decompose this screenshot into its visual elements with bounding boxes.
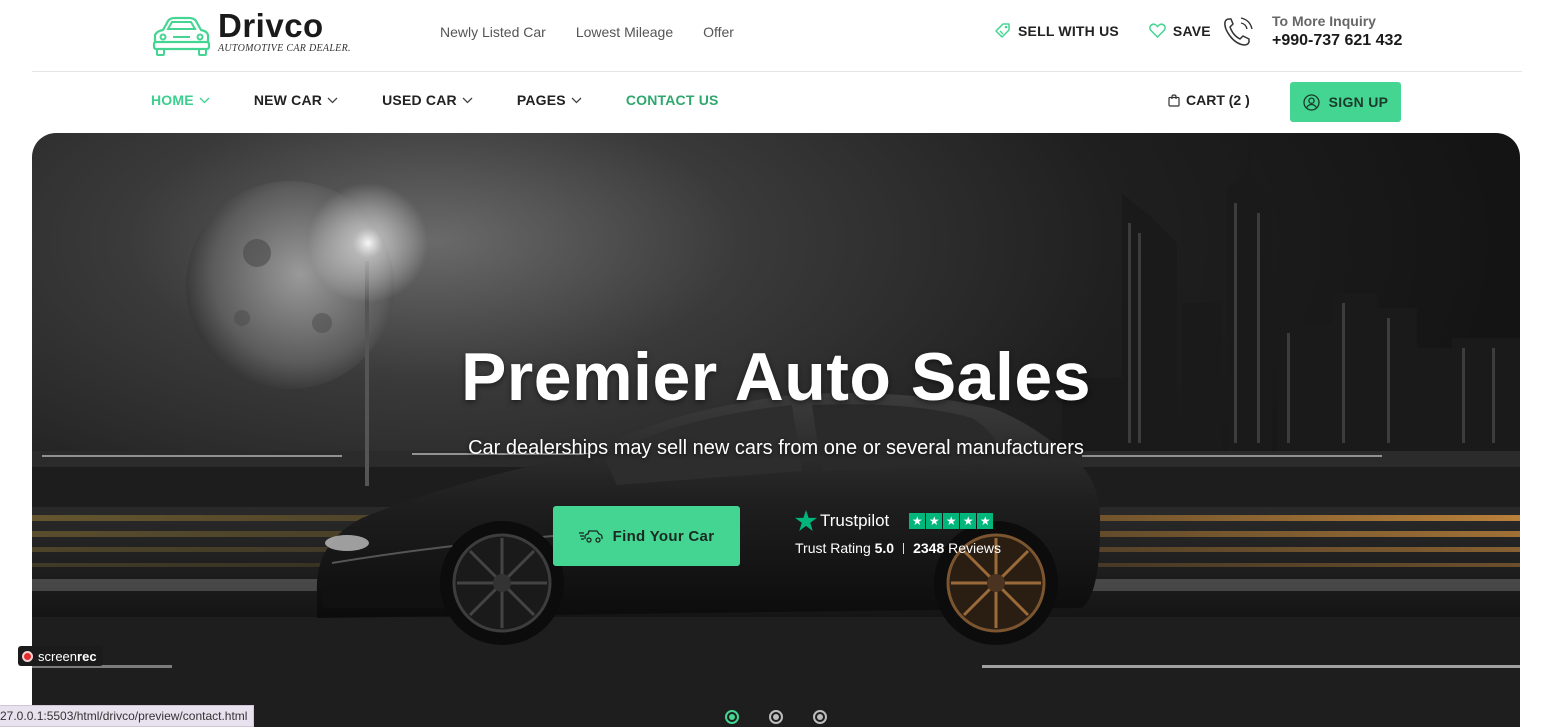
star-icon: ★ (960, 512, 977, 529)
slider-pagination (725, 710, 857, 724)
link-newly-listed-car[interactable]: Newly Listed Car (440, 24, 546, 40)
slide-dot-2[interactable] (769, 710, 783, 724)
sell-with-us-label: SELL WITH US (1018, 22, 1119, 39)
sell-with-us-link[interactable]: SELL WITH US (994, 22, 1119, 39)
trust-rating-label: Trust Rating (795, 540, 871, 556)
phone-icon (1224, 16, 1253, 46)
trust-rating-line: Trust Rating 5.0 2348 Reviews (795, 540, 1001, 556)
chevron-down-icon (462, 97, 473, 103)
trustpilot-widget[interactable]: Trustpilot ★ ★ ★ ★ ★ Trust Rating 5.0 23… (795, 510, 1001, 556)
link-offer[interactable]: Offer (703, 24, 734, 40)
cart-label: CART (2 ) (1186, 92, 1250, 108)
main-nav: HOME NEW CAR USED CAR PAGES CONTACT US (151, 92, 763, 108)
user-circle-icon (1303, 93, 1320, 111)
quick-links: Newly Listed Car Lowest Mileage Offer (440, 24, 764, 40)
slide-dot-1[interactable] (725, 710, 739, 724)
trustpilot-rating-stars: ★ ★ ★ ★ ★ (909, 512, 994, 529)
inquiry-phone[interactable]: +990-737 621 432 (1272, 32, 1402, 50)
nav-new-car[interactable]: NEW CAR (254, 92, 338, 108)
trustpilot-label: Trustpilot (820, 510, 890, 530)
brand-tagline: AUTOMOTIVE CAR DEALER. (218, 43, 351, 54)
sign-up-label: SIGN UP (1328, 94, 1389, 110)
trust-rating-value: 5.0 (874, 540, 895, 556)
car-logo-icon (152, 16, 211, 56)
heart-icon (1149, 23, 1166, 38)
tag-icon (995, 23, 1010, 38)
screenrec-label-b: rec (77, 648, 97, 664)
shopping-bag-icon (1168, 93, 1180, 107)
nav-new-car-label: NEW CAR (253, 92, 323, 108)
star-icon: ★ (926, 512, 943, 529)
trustpilot-star-icon (795, 510, 817, 531)
star-icon: ★ (943, 512, 960, 529)
top-header: Drivco AUTOMOTIVE CAR DEALER. Newly List… (0, 0, 1543, 72)
sign-up-button[interactable]: SIGN UP (1290, 82, 1401, 122)
nav-used-car[interactable]: USED CAR (382, 92, 473, 108)
nav-used-car-label: USED CAR (382, 92, 457, 108)
trust-separator (903, 542, 905, 554)
trustpilot-brand: Trustpilot (795, 510, 889, 531)
nav-pages-label: PAGES (516, 92, 566, 108)
hero-title: Premier Auto Sales (460, 339, 1092, 415)
hero-banner: Premier Auto Sales Car dealerships may s… (32, 133, 1520, 727)
page: Drivco AUTOMOTIVE CAR DEALER. Newly List… (0, 0, 1543, 727)
nav-contact-us[interactable]: CONTACT US (626, 92, 719, 108)
inquiry-block[interactable]: To More Inquiry +990-737 621 432 (1222, 13, 1402, 50)
reviews-count: 2348 (913, 540, 945, 556)
save-link[interactable]: SAVE (1149, 23, 1211, 39)
screenrec-badge[interactable]: screen rec (18, 646, 103, 666)
chevron-down-icon (327, 97, 338, 103)
browser-status-bar: 27.0.0.1:5503/html/drivco/preview/contac… (0, 705, 255, 727)
find-your-car-button[interactable]: Find Your Car (553, 506, 740, 566)
brand-name: Drivco (218, 7, 324, 44)
find-your-car-label: Find Your Car (612, 527, 715, 545)
nav-contact-us-label: CONTACT US (625, 92, 719, 108)
inquiry-label: To More Inquiry (1272, 13, 1376, 29)
chevron-down-icon (199, 97, 210, 103)
save-label: SAVE (1172, 22, 1211, 39)
brand-logo[interactable]: Drivco AUTOMOTIVE CAR DEALER. (151, 7, 351, 57)
record-icon (22, 650, 33, 662)
star-icon: ★ (977, 512, 994, 529)
chevron-down-icon (571, 97, 582, 103)
car-search-icon (578, 530, 603, 543)
nav-pages[interactable]: PAGES (517, 92, 582, 108)
nav-home-label: HOME (151, 92, 194, 108)
reviews-label: Reviews (948, 540, 1002, 556)
link-lowest-mileage[interactable]: Lowest Mileage (576, 24, 673, 40)
header-divider (32, 71, 1522, 72)
screenrec-label-a: screen (38, 648, 78, 664)
top-actions: SELL WITH US SAVE (994, 22, 1241, 39)
hero-subtitle: Car dealerships may sell new cars from o… (468, 437, 1084, 459)
status-url: 27.0.0.1:5503/html/drivco/preview/contac… (0, 709, 248, 723)
slide-dot-3[interactable] (813, 710, 827, 724)
cart-link[interactable]: CART (2 ) (1168, 92, 1250, 108)
hero-background-illustration (32, 143, 1520, 727)
star-icon: ★ (909, 512, 926, 529)
nav-home[interactable]: HOME (151, 92, 210, 108)
